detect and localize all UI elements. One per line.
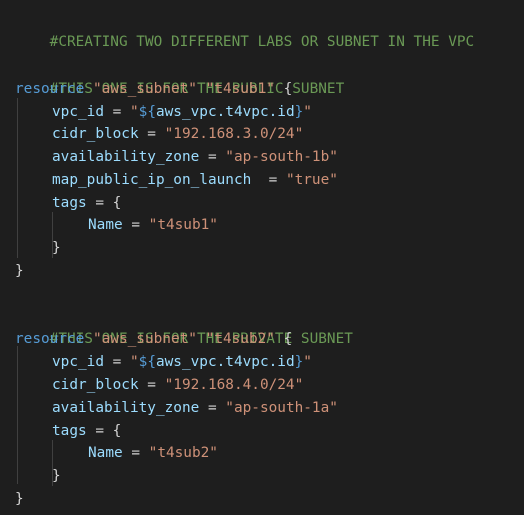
code-line: cidr_block = "192.168.4.0/24" bbox=[52, 374, 303, 396]
code-operator: = bbox=[251, 172, 286, 188]
code-interpolation: ${ bbox=[138, 104, 156, 120]
code-string: "aws_subnet" bbox=[92, 81, 197, 97]
code-line: cidr_block = "192.168.3.0/24" bbox=[52, 123, 303, 145]
code-line: } bbox=[52, 237, 61, 259]
code-editor[interactable]: #CREATING TWO DIFFERENT LABS OR SUBNET I… bbox=[0, 0, 524, 515]
indent-guide bbox=[17, 98, 18, 258]
code-operator: = bbox=[122, 445, 149, 461]
code-line: #THIS ONE IS FOR THE PRIVATE SUBNET bbox=[15, 306, 353, 347]
code-string: "true" bbox=[285, 172, 338, 188]
code-keyword: resource bbox=[15, 331, 85, 347]
code-keyword: resource bbox=[15, 81, 85, 97]
code-interpolation: ${ bbox=[138, 354, 156, 370]
code-line: vpc_id = "${aws_vpc.t4vpc.id}" bbox=[52, 351, 312, 373]
code-string: "t4sub1" bbox=[148, 217, 218, 233]
code-line: resource "aws_subnet" "t4sub2" { bbox=[15, 328, 292, 350]
code-attribute: Name bbox=[88, 217, 123, 233]
code-string: "192.168.4.0/24" bbox=[164, 377, 304, 393]
code-attribute: map_public_ip_on_launch bbox=[52, 172, 252, 188]
code-line: #THIS ONE IS FOR THE PUBLIC SUBNET bbox=[15, 56, 345, 97]
code-line: #CREATING TWO DIFFERENT LABS OR SUBNET I… bbox=[15, 9, 475, 50]
code-interpolation: } bbox=[294, 104, 304, 120]
code-brace: } bbox=[52, 468, 61, 484]
code-string: " bbox=[129, 104, 139, 120]
code-operator: = bbox=[138, 126, 165, 142]
code-brace: } bbox=[15, 491, 24, 507]
code-interpolation: } bbox=[294, 354, 304, 370]
code-string: "t4sub1" bbox=[205, 81, 275, 97]
code-brace: { bbox=[274, 331, 293, 347]
code-attribute: vpc_id bbox=[52, 104, 104, 120]
code-string: "t4sub2" bbox=[205, 331, 275, 347]
code-string: "t4sub2" bbox=[148, 445, 218, 461]
code-string: " bbox=[303, 354, 312, 370]
code-line: Name = "t4sub1" bbox=[88, 214, 218, 236]
code-string: " bbox=[303, 104, 312, 120]
code-operator: = bbox=[103, 104, 130, 120]
code-line: resource "aws_subnet" "t4sub1" { bbox=[15, 78, 292, 100]
code-brace: { bbox=[112, 423, 122, 439]
code-line: vpc_id = "${aws_vpc.t4vpc.id}" bbox=[52, 101, 312, 123]
code-reference: aws_vpc.t4vpc.id bbox=[155, 104, 295, 120]
code-attribute: cidr_block bbox=[52, 377, 139, 393]
code-operator: = bbox=[122, 217, 149, 233]
code-line: } bbox=[15, 488, 24, 510]
code-operator: = bbox=[199, 400, 226, 416]
code-attribute: tags bbox=[52, 195, 87, 211]
code-brace: { bbox=[274, 81, 293, 97]
code-comment: #CREATING TWO DIFFERENT LABS OR SUBNET I… bbox=[49, 34, 475, 50]
code-attribute: cidr_block bbox=[52, 126, 139, 142]
code-brace: } bbox=[52, 240, 61, 256]
code-line: map_public_ip_on_launch = "true" bbox=[52, 169, 338, 191]
code-string: "ap-south-1a" bbox=[225, 400, 338, 416]
code-attribute: availability_zone bbox=[52, 400, 200, 416]
code-operator: = bbox=[138, 377, 165, 393]
code-line: } bbox=[15, 260, 24, 282]
code-line: tags = { bbox=[52, 420, 121, 442]
code-attribute: vpc_id bbox=[52, 354, 104, 370]
code-attribute: Name bbox=[88, 445, 123, 461]
code-brace: } bbox=[15, 263, 24, 279]
code-operator: = bbox=[86, 195, 113, 211]
code-string: " bbox=[129, 354, 139, 370]
code-string: "ap-south-1b" bbox=[225, 149, 338, 165]
code-operator: = bbox=[103, 354, 130, 370]
code-attribute: availability_zone bbox=[52, 149, 200, 165]
code-string: "192.168.3.0/24" bbox=[164, 126, 304, 142]
code-reference: aws_vpc.t4vpc.id bbox=[155, 354, 295, 370]
code-operator: = bbox=[199, 149, 226, 165]
code-line: } bbox=[52, 465, 61, 487]
code-string: "aws_subnet" bbox=[92, 331, 197, 347]
code-line: availability_zone = "ap-south-1b" bbox=[52, 146, 338, 168]
code-brace: { bbox=[112, 195, 122, 211]
code-operator: = bbox=[86, 423, 113, 439]
code-attribute: tags bbox=[52, 423, 87, 439]
code-line: availability_zone = "ap-south-1a" bbox=[52, 397, 338, 419]
code-line: tags = { bbox=[52, 192, 121, 214]
code-line: Name = "t4sub2" bbox=[88, 442, 218, 464]
